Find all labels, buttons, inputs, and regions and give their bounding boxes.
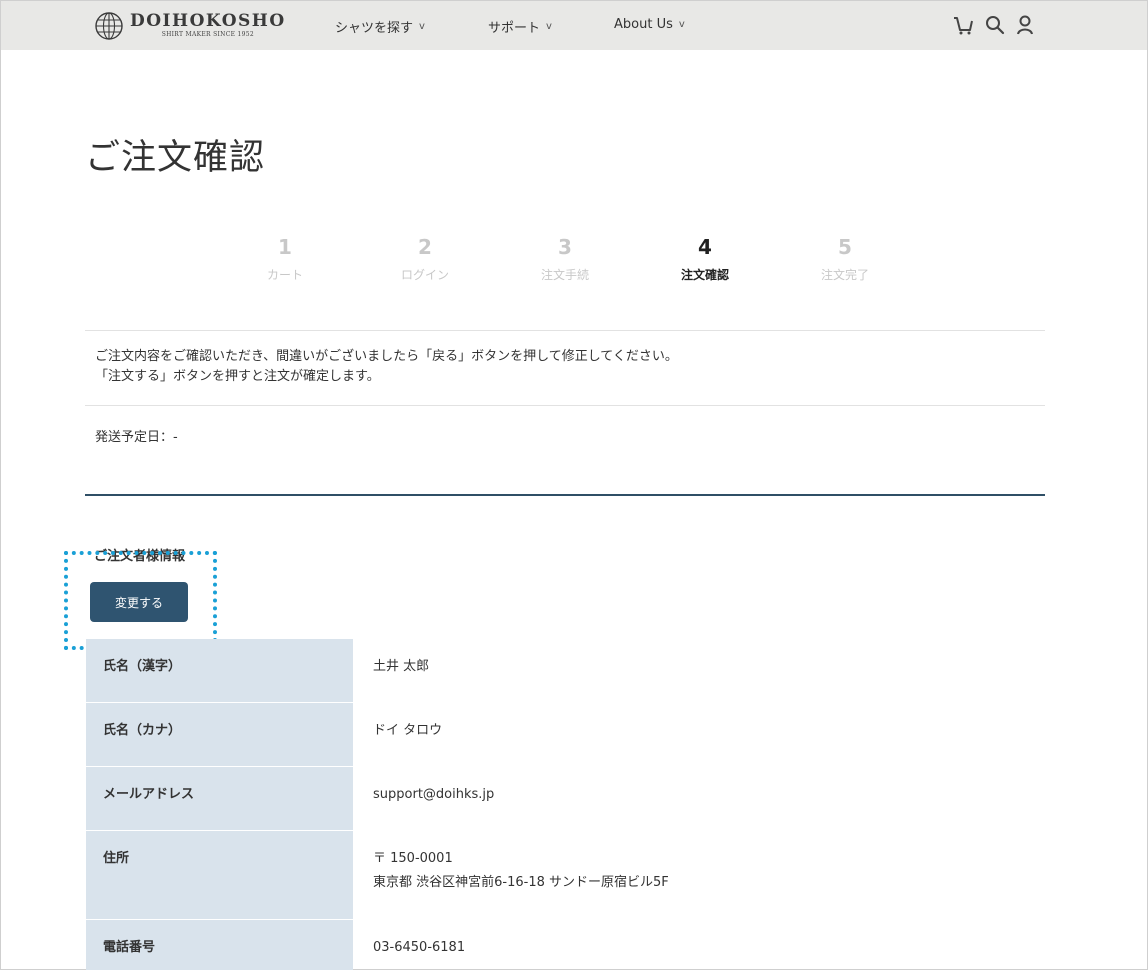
instruction-line: 「注文する」ボタンを押すと注文が確定します。 xyxy=(95,369,380,384)
site-header: DOIHOKOSHO SHIRT MAKER SINCE 1952 シャツを探す… xyxy=(1,1,1147,50)
nav-label: サポート xyxy=(488,21,541,36)
step-order-complete: 5 注文完了 xyxy=(785,235,905,283)
chevron-down-icon: v xyxy=(419,21,425,32)
step-label: カート xyxy=(266,268,303,282)
step-order-procedure: 3 注文手続 xyxy=(505,235,625,283)
cart-icon[interactable] xyxy=(952,13,974,37)
row-value: ドイ タロウ xyxy=(373,723,443,738)
table-row: 住所 〒 150-0001 東京都 渋谷区神宮前6-16-18 サンドー原宿ビル… xyxy=(86,831,1045,920)
nav-label: シャツを探す xyxy=(335,21,414,36)
user-icon[interactable] xyxy=(1014,13,1036,37)
change-customer-info-button[interactable]: 変更する xyxy=(90,582,188,622)
nav-support[interactable]: サポート v xyxy=(488,17,552,36)
shipping-date: 発送予定日：- xyxy=(95,430,178,445)
step-number: 3 xyxy=(558,235,572,259)
street-address: 東京都 渋谷区神宮前6-16-18 サンドー原宿ビル5F xyxy=(373,875,669,890)
nav-find-shirts[interactable]: シャツを探す v xyxy=(335,17,425,36)
row-value: 03-6450-6181 xyxy=(373,940,466,955)
chevron-down-icon: v xyxy=(546,21,552,32)
divider xyxy=(85,405,1045,406)
step-label: 注文完了 xyxy=(820,268,869,282)
section-divider xyxy=(85,494,1045,496)
page-title: ご注文確認 xyxy=(85,138,266,178)
instruction-line: ご注文内容をご確認いただき、間違いがございましたら「戻る」ボタンを押して修正して… xyxy=(95,349,678,364)
row-label: 氏名（漢字） xyxy=(86,639,353,702)
nav-label: About Us xyxy=(614,17,673,32)
row-value: 土井 太郎 xyxy=(373,659,430,674)
step-label: 注文確認 xyxy=(680,268,729,282)
step-order-confirm: 4 注文確認 xyxy=(645,235,765,283)
postal-code: 〒 150-0001 xyxy=(373,851,453,866)
search-icon[interactable] xyxy=(984,13,1006,37)
table-row: 電話番号 03-6450-6181 xyxy=(86,920,1045,970)
nav-about-us[interactable]: About Us v xyxy=(614,17,685,32)
logo-tagline: SHIRT MAKER SINCE 1952 xyxy=(161,31,254,38)
row-label: メールアドレス xyxy=(86,767,353,830)
customer-info-heading: ご注文者様情報 xyxy=(94,549,186,564)
row-label: 電話番号 xyxy=(86,920,353,970)
chevron-down-icon: v xyxy=(678,19,685,30)
divider xyxy=(85,330,1045,331)
table-row: メールアドレス support@doihks.jp xyxy=(86,767,1045,831)
globe-logo-icon xyxy=(95,12,123,40)
row-label: 住所 xyxy=(86,831,353,919)
site-logo[interactable]: DOIHOKOSHO SHIRT MAKER SINCE 1952 xyxy=(94,10,286,42)
step-number: 1 xyxy=(278,235,292,259)
logo-name: DOIHOKOSHO xyxy=(130,11,286,31)
step-number: 4 xyxy=(698,235,712,259)
confirm-instructions: ご注文内容をご確認いただき、間違いがございましたら「戻る」ボタンを押して修正して… xyxy=(95,347,678,387)
row-value: 〒 150-0001 東京都 渋谷区神宮前6-16-18 サンドー原宿ビル5F xyxy=(353,831,1045,919)
step-label: ログイン xyxy=(400,268,449,282)
step-login: 2 ログイン xyxy=(365,235,485,283)
customer-info-table: 氏名（漢字） 土井 太郎 氏名（カナ） ドイ タロウ メールアドレス suppo… xyxy=(86,639,1045,970)
step-cart: 1 カート xyxy=(225,235,345,283)
row-label: 氏名（カナ） xyxy=(86,703,353,766)
step-label: 注文手続 xyxy=(540,268,589,282)
step-number: 5 xyxy=(838,235,852,259)
table-row: 氏名（カナ） ドイ タロウ xyxy=(86,703,1045,767)
table-row: 氏名（漢字） 土井 太郎 xyxy=(86,639,1045,703)
step-number: 2 xyxy=(418,235,432,259)
row-value: support@doihks.jp xyxy=(373,787,495,802)
